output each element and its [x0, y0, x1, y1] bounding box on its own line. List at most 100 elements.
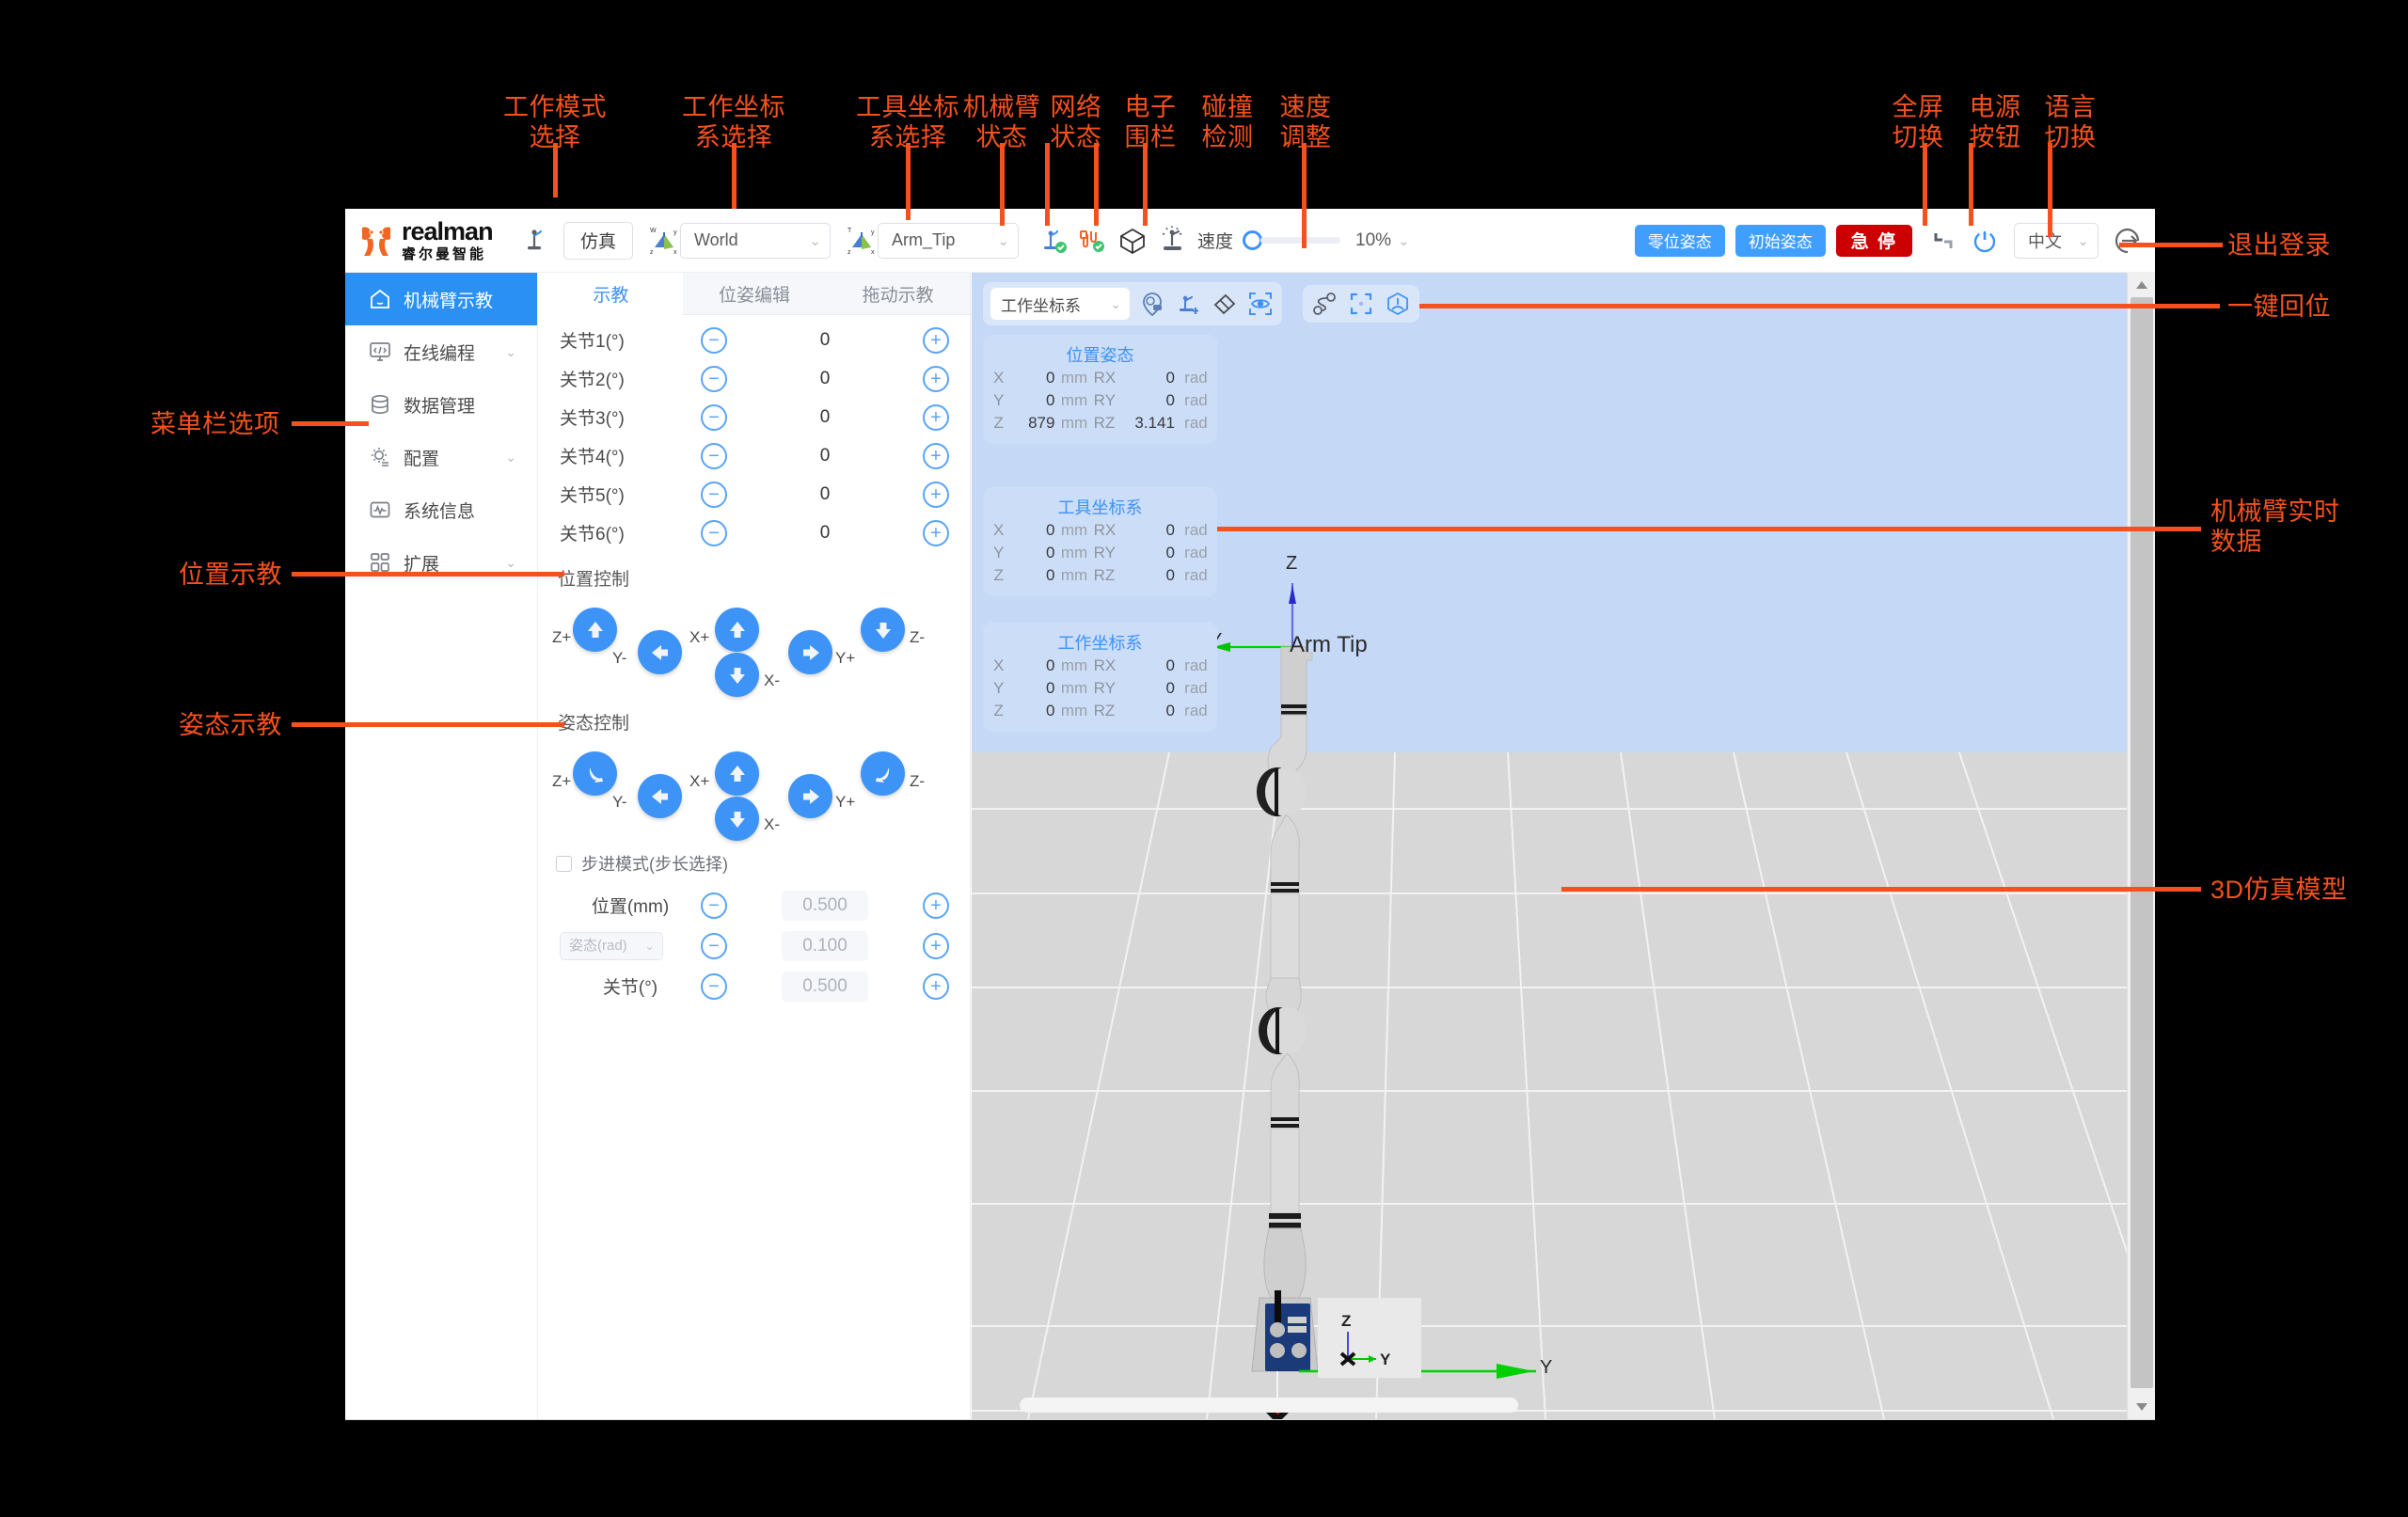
joint-value[interactable]: 0: [727, 484, 923, 505]
work-mode-icon[interactable]: [518, 225, 550, 257]
network-status-icon[interactable]: [1075, 225, 1107, 257]
pose-yplus-button[interactable]: [788, 774, 832, 818]
joint-decrement-button[interactable]: −: [701, 326, 727, 354]
3d-viewport[interactable]: Arm Tip Z Y Y Z Y 工作: [972, 273, 2155, 1419]
pos-yplus-button[interactable]: [788, 630, 832, 674]
joint-value[interactable]: 0: [727, 446, 923, 466]
sidebar-item-system-info[interactable]: 系统信息: [345, 483, 537, 536]
joint-value[interactable]: 0: [727, 330, 923, 351]
joint-decrement-button[interactable]: −: [701, 403, 727, 431]
sidebar-item-arm-teach[interactable]: 机械臂示教: [345, 273, 537, 325]
joint-decrement-button[interactable]: −: [701, 481, 727, 508]
joint-increment-button[interactable]: +: [923, 481, 949, 508]
mode-button[interactable]: 仿真: [563, 221, 633, 260]
init-pose-button[interactable]: 初始姿态: [1735, 224, 1826, 257]
coord-key: Z: [993, 566, 1004, 584]
locate-point-icon[interactable]: [1139, 291, 1165, 317]
collision-detect-icon[interactable]: [1158, 225, 1190, 257]
scroll-down-arrow-icon[interactable]: [2128, 1395, 2156, 1419]
tab-drag-teach[interactable]: 拖动示教: [826, 273, 971, 315]
pos-zminus-button[interactable]: [861, 608, 905, 652]
step-joint-decrement-button[interactable]: −: [701, 972, 727, 1000]
joint-decrement-button[interactable]: −: [701, 365, 727, 392]
chevron-down-icon[interactable]: ⌄: [1398, 232, 1410, 249]
pose-yminus-button[interactable]: [638, 774, 682, 818]
svg-text:Y: Y: [1380, 1351, 1391, 1368]
eye-focus-icon[interactable]: [1246, 290, 1275, 318]
tab-pose-edit[interactable]: 位姿编辑: [682, 273, 827, 315]
robot-place-icon[interactable]: [1175, 291, 1201, 317]
joint-value[interactable]: 0: [727, 369, 923, 389]
language-select[interactable]: 中文 ⌄: [2014, 222, 2099, 259]
coord-key: X: [992, 521, 1005, 539]
step-mode-checkbox[interactable]: [556, 855, 572, 872]
step-pose-decrement-button[interactable]: −: [701, 932, 727, 959]
pose-xminus-button[interactable]: [715, 797, 759, 841]
sidebar-item-online-programming[interactable]: 在线编程 ⌄: [345, 325, 537, 378]
home-position-icon[interactable]: [1384, 291, 1412, 317]
step-mode-checkbox-row[interactable]: 步进模式(步长选择): [556, 851, 970, 876]
brand-logo: realman 睿尔曼智能: [345, 219, 515, 261]
fit-view-icon[interactable]: [1348, 291, 1374, 317]
joint-increment-button[interactable]: +: [923, 326, 949, 354]
horizontal-scroll-thumb[interactable]: [1020, 1398, 1518, 1413]
sidebar-item-extensions[interactable]: 扩展 ⌄: [345, 536, 537, 589]
coord-unit: mm: [1060, 679, 1088, 697]
pos-yminus-button[interactable]: [638, 630, 682, 674]
coord-key: X: [992, 656, 1005, 674]
sidebar-item-data-management[interactable]: 数据管理: [345, 378, 537, 431]
sidebar-item-configuration[interactable]: 配置 ⌄: [345, 431, 537, 483]
joint-increment-button[interactable]: +: [923, 519, 949, 546]
annotation-leader: [1969, 143, 1973, 226]
viewport-horizontal-scrollbar[interactable]: [972, 1391, 2127, 1419]
pos-xminus-button[interactable]: [715, 653, 759, 697]
scroll-up-arrow-icon[interactable]: [2128, 273, 2156, 297]
pose-zminus-button[interactable]: [861, 751, 905, 796]
pose-xplus-button[interactable]: [715, 751, 759, 796]
joint-value[interactable]: 0: [727, 523, 923, 544]
tool-frame-select[interactable]: Arm_Tip ⌄: [878, 222, 1019, 259]
speed-slider[interactable]: [1243, 230, 1341, 250]
viewport-frame-select[interactable]: 工作坐标系 ⌄: [990, 288, 1130, 320]
tab-teach[interactable]: 示教: [539, 273, 683, 315]
chevron-down-icon: ⌄: [505, 554, 516, 570]
joint-value[interactable]: 0: [727, 407, 923, 428]
joint-increment-button[interactable]: +: [923, 403, 949, 431]
joint-increment-button[interactable]: +: [923, 365, 949, 392]
step-pose-increment-button[interactable]: +: [923, 932, 949, 959]
fullscreen-toggle-icon[interactable]: [1927, 225, 1959, 257]
sidebar: 机械臂示教 在线编程 ⌄ 数据管理 配置 ⌄ 系统信息 扩展 ⌄: [345, 273, 538, 1419]
step-position-increment-button[interactable]: +: [923, 892, 949, 919]
step-position-value[interactable]: 0.500: [782, 890, 868, 921]
logout-icon[interactable]: [2112, 225, 2144, 257]
joint-decrement-button[interactable]: −: [701, 442, 727, 469]
speed-slider-track[interactable]: [1260, 237, 1341, 244]
arm-status-icon[interactable]: [1038, 225, 1069, 257]
eraser-icon[interactable]: [1211, 291, 1237, 317]
pos-zplus-button[interactable]: [573, 608, 617, 652]
cube-fence-icon[interactable]: [1117, 225, 1149, 257]
step-pose-value[interactable]: 0.100: [782, 930, 868, 961]
joint-label: 关节1(°): [560, 332, 625, 352]
vertical-scroll-thumb[interactable]: [2131, 297, 2153, 1388]
joint-increment-button[interactable]: +: [923, 442, 949, 469]
work-frame-card-title: 工作坐标系: [1057, 634, 1143, 653]
joint-decrement-button[interactable]: −: [701, 519, 727, 546]
zero-pose-button[interactable]: 零位姿态: [1634, 224, 1725, 257]
speed-value[interactable]: 10%: [1355, 230, 1391, 251]
speed-slider-knob[interactable]: [1243, 230, 1263, 250]
work-frame-select[interactable]: World ⌄: [680, 222, 831, 259]
vertical-scrollbar[interactable]: [2127, 273, 2155, 1419]
step-joint-increment-button[interactable]: +: [923, 972, 949, 1000]
emergency-stop-button[interactable]: 急 停: [1835, 224, 1912, 257]
power-button-icon[interactable]: [1969, 225, 2001, 257]
annotation-leader: [553, 143, 558, 198]
step-joint-value[interactable]: 0.500: [782, 971, 868, 1002]
step-position-decrement-button[interactable]: −: [701, 892, 727, 919]
step-pose-unit-select[interactable]: 姿态(rad) ⌄: [560, 931, 663, 960]
path-node-icon[interactable]: [1310, 291, 1339, 317]
pose-zplus-button[interactable]: [573, 751, 617, 796]
pos-xplus-button[interactable]: [715, 608, 759, 652]
realman-logo-icon: [358, 224, 394, 258]
speed-label: 速度: [1197, 232, 1234, 252]
